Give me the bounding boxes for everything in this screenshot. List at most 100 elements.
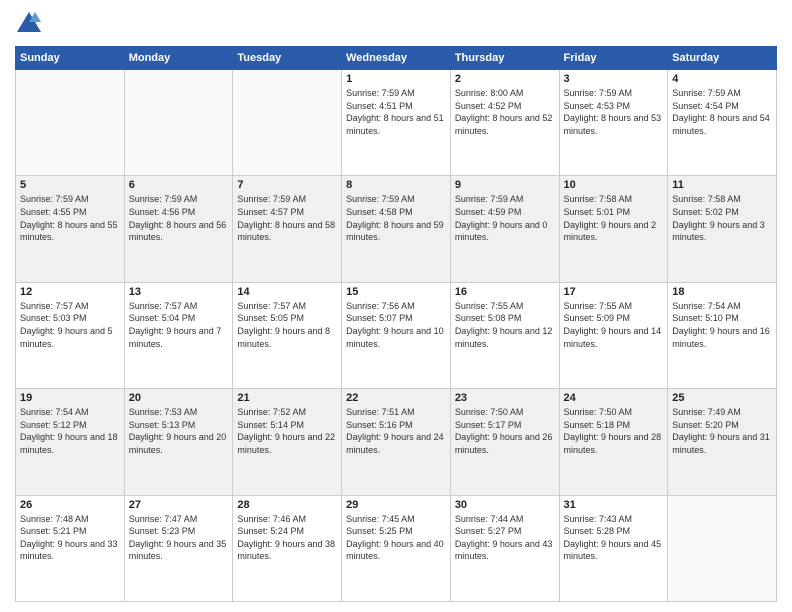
logo xyxy=(15,10,47,38)
day-info: Sunrise: 7:59 AM Sunset: 4:54 PM Dayligh… xyxy=(672,87,772,137)
day-number: 27 xyxy=(129,499,229,511)
day-info: Sunrise: 7:59 AM Sunset: 4:57 PM Dayligh… xyxy=(237,193,337,243)
calendar-day-cell: 30 Sunrise: 7:44 AM Sunset: 5:27 PM Dayli… xyxy=(450,495,559,601)
calendar-day-cell: 13 Sunrise: 7:57 AM Sunset: 5:04 PM Dayli… xyxy=(124,282,233,388)
day-number: 13 xyxy=(129,286,229,298)
day-number: 9 xyxy=(455,179,555,191)
day-number: 22 xyxy=(346,392,446,404)
day-info: Sunrise: 7:57 AM Sunset: 5:03 PM Dayligh… xyxy=(20,300,120,350)
logo-icon xyxy=(15,10,43,38)
calendar-week-row: 1 Sunrise: 7:59 AM Sunset: 4:51 PM Daylig… xyxy=(16,70,777,176)
calendar-day-cell: 15 Sunrise: 7:56 AM Sunset: 5:07 PM Dayli… xyxy=(342,282,451,388)
day-info: Sunrise: 7:59 AM Sunset: 4:51 PM Dayligh… xyxy=(346,87,446,137)
day-number: 19 xyxy=(20,392,120,404)
day-number: 18 xyxy=(672,286,772,298)
day-number: 28 xyxy=(237,499,337,511)
day-info: Sunrise: 7:48 AM Sunset: 5:21 PM Dayligh… xyxy=(20,513,120,563)
calendar-day-cell: 26 Sunrise: 7:48 AM Sunset: 5:21 PM Dayli… xyxy=(16,495,125,601)
day-number: 1 xyxy=(346,73,446,85)
calendar-day-cell: 16Sunrise: 7:55 AM Sunset: 5:08 PM Dayli… xyxy=(450,282,559,388)
day-info: Sunrise: 7:51 AM Sunset: 5:16 PM Dayligh… xyxy=(346,406,446,456)
day-info: Sunrise: 7:49 AM Sunset: 5:20 PM Dayligh… xyxy=(672,406,772,456)
calendar-day-cell: 8 Sunrise: 7:59 AM Sunset: 4:58 PM Daylig… xyxy=(342,176,451,282)
day-info: Sunrise: 7:43 AM Sunset: 5:28 PM Dayligh… xyxy=(564,513,664,563)
calendar-day-cell: 14Sunrise: 7:57 AM Sunset: 5:05 PM Dayli… xyxy=(233,282,342,388)
calendar-day-cell: 3 Sunrise: 7:59 AM Sunset: 4:53 PM Daylig… xyxy=(559,70,668,176)
day-info: Sunrise: 7:56 AM Sunset: 5:07 PM Dayligh… xyxy=(346,300,446,350)
weekday-header-tuesday: Tuesday xyxy=(233,47,342,70)
day-number: 8 xyxy=(346,179,446,191)
day-number: 31 xyxy=(564,499,664,511)
calendar-day-cell: 28 Sunrise: 7:46 AM Sunset: 5:24 PM Dayli… xyxy=(233,495,342,601)
day-info: Sunrise: 7:58 AM Sunset: 5:02 PM Dayligh… xyxy=(672,193,772,243)
day-number: 3 xyxy=(564,73,664,85)
day-number: 7 xyxy=(237,179,337,191)
calendar-week-row: 12 Sunrise: 7:57 AM Sunset: 5:03 PM Dayli… xyxy=(16,282,777,388)
day-number: 6 xyxy=(129,179,229,191)
day-info: Sunrise: 7:53 AM Sunset: 5:13 PM Dayligh… xyxy=(129,406,229,456)
weekday-header-sunday: Sunday xyxy=(16,47,125,70)
day-number: 2 xyxy=(455,73,555,85)
day-info: Sunrise: 7:47 AM Sunset: 5:23 PM Dayligh… xyxy=(129,513,229,563)
calendar-day-cell: 5 Sunrise: 7:59 AM Sunset: 4:55 PM Daylig… xyxy=(16,176,125,282)
day-info: Sunrise: 7:57 AM Sunset: 5:04 PM Dayligh… xyxy=(129,300,229,350)
day-number: 12 xyxy=(20,286,120,298)
calendar-day-cell: 10 Sunrise: 7:58 AM Sunset: 5:01 PM Dayli… xyxy=(559,176,668,282)
calendar-week-row: 19Sunrise: 7:54 AM Sunset: 5:12 PM Dayli… xyxy=(16,389,777,495)
calendar-day-cell: 11 Sunrise: 7:58 AM Sunset: 5:02 PM Dayli… xyxy=(668,176,777,282)
day-info: Sunrise: 7:45 AM Sunset: 5:25 PM Dayligh… xyxy=(346,513,446,563)
calendar-day-cell: 12 Sunrise: 7:57 AM Sunset: 5:03 PM Dayli… xyxy=(16,282,125,388)
calendar-day-cell: 21 Sunrise: 7:52 AM Sunset: 5:14 PM Dayli… xyxy=(233,389,342,495)
day-number: 5 xyxy=(20,179,120,191)
day-number: 16 xyxy=(455,286,555,298)
calendar-empty-cell xyxy=(233,70,342,176)
day-number: 30 xyxy=(455,499,555,511)
weekday-header-row: SundayMondayTuesdayWednesdayThursdayFrid… xyxy=(16,47,777,70)
calendar-day-cell: 24 Sunrise: 7:50 AM Sunset: 5:18 PM Dayli… xyxy=(559,389,668,495)
day-info: Sunrise: 7:52 AM Sunset: 5:14 PM Dayligh… xyxy=(237,406,337,456)
day-number: 10 xyxy=(564,179,664,191)
page: SundayMondayTuesdayWednesdayThursdayFrid… xyxy=(0,0,792,612)
day-number: 25 xyxy=(672,392,772,404)
day-number: 23 xyxy=(455,392,555,404)
calendar-empty-cell xyxy=(668,495,777,601)
calendar-day-cell: 23 Sunrise: 7:50 AM Sunset: 5:17 PM Dayli… xyxy=(450,389,559,495)
calendar-week-row: 5 Sunrise: 7:59 AM Sunset: 4:55 PM Daylig… xyxy=(16,176,777,282)
header xyxy=(15,10,777,38)
day-info: Sunrise: 7:59 AM Sunset: 4:58 PM Dayligh… xyxy=(346,193,446,243)
day-info: Sunrise: 7:59 AM Sunset: 4:53 PM Dayligh… xyxy=(564,87,664,137)
weekday-header-thursday: Thursday xyxy=(450,47,559,70)
day-info: Sunrise: 7:50 AM Sunset: 5:17 PM Dayligh… xyxy=(455,406,555,456)
day-number: 29 xyxy=(346,499,446,511)
day-info: Sunrise: 7:50 AM Sunset: 5:18 PM Dayligh… xyxy=(564,406,664,456)
day-info: Sunrise: 7:59 AM Sunset: 4:56 PM Dayligh… xyxy=(129,193,229,243)
calendar-day-cell: 29 Sunrise: 7:45 AM Sunset: 5:25 PM Dayli… xyxy=(342,495,451,601)
calendar-day-cell: 27 Sunrise: 7:47 AM Sunset: 5:23 PM Dayli… xyxy=(124,495,233,601)
calendar-day-cell: 31 Sunrise: 7:43 AM Sunset: 5:28 PM Dayli… xyxy=(559,495,668,601)
day-number: 11 xyxy=(672,179,772,191)
calendar-day-cell: 2Sunrise: 8:00 AM Sunset: 4:52 PM Daylig… xyxy=(450,70,559,176)
calendar-day-cell: 25 Sunrise: 7:49 AM Sunset: 5:20 PM Dayli… xyxy=(668,389,777,495)
day-number: 24 xyxy=(564,392,664,404)
day-info: Sunrise: 7:55 AM Sunset: 5:09 PM Dayligh… xyxy=(564,300,664,350)
calendar-day-cell: 18Sunrise: 7:54 AM Sunset: 5:10 PM Dayli… xyxy=(668,282,777,388)
calendar-day-cell: 17 Sunrise: 7:55 AM Sunset: 5:09 PM Dayli… xyxy=(559,282,668,388)
day-info: Sunrise: 7:58 AM Sunset: 5:01 PM Dayligh… xyxy=(564,193,664,243)
calendar-day-cell: 20Sunrise: 7:53 AM Sunset: 5:13 PM Dayli… xyxy=(124,389,233,495)
day-number: 15 xyxy=(346,286,446,298)
day-info: Sunrise: 7:59 AM Sunset: 4:55 PM Dayligh… xyxy=(20,193,120,243)
day-number: 4 xyxy=(672,73,772,85)
day-info: Sunrise: 7:44 AM Sunset: 5:27 PM Dayligh… xyxy=(455,513,555,563)
day-number: 17 xyxy=(564,286,664,298)
weekday-header-friday: Friday xyxy=(559,47,668,70)
calendar-table: SundayMondayTuesdayWednesdayThursdayFrid… xyxy=(15,46,777,602)
calendar-day-cell: 4 Sunrise: 7:59 AM Sunset: 4:54 PM Daylig… xyxy=(668,70,777,176)
calendar-day-cell: 6 Sunrise: 7:59 AM Sunset: 4:56 PM Daylig… xyxy=(124,176,233,282)
day-number: 21 xyxy=(237,392,337,404)
weekday-header-wednesday: Wednesday xyxy=(342,47,451,70)
day-info: Sunrise: 7:46 AM Sunset: 5:24 PM Dayligh… xyxy=(237,513,337,563)
calendar-day-cell: 7 Sunrise: 7:59 AM Sunset: 4:57 PM Daylig… xyxy=(233,176,342,282)
calendar-week-row: 26 Sunrise: 7:48 AM Sunset: 5:21 PM Dayli… xyxy=(16,495,777,601)
day-number: 26 xyxy=(20,499,120,511)
weekday-header-monday: Monday xyxy=(124,47,233,70)
